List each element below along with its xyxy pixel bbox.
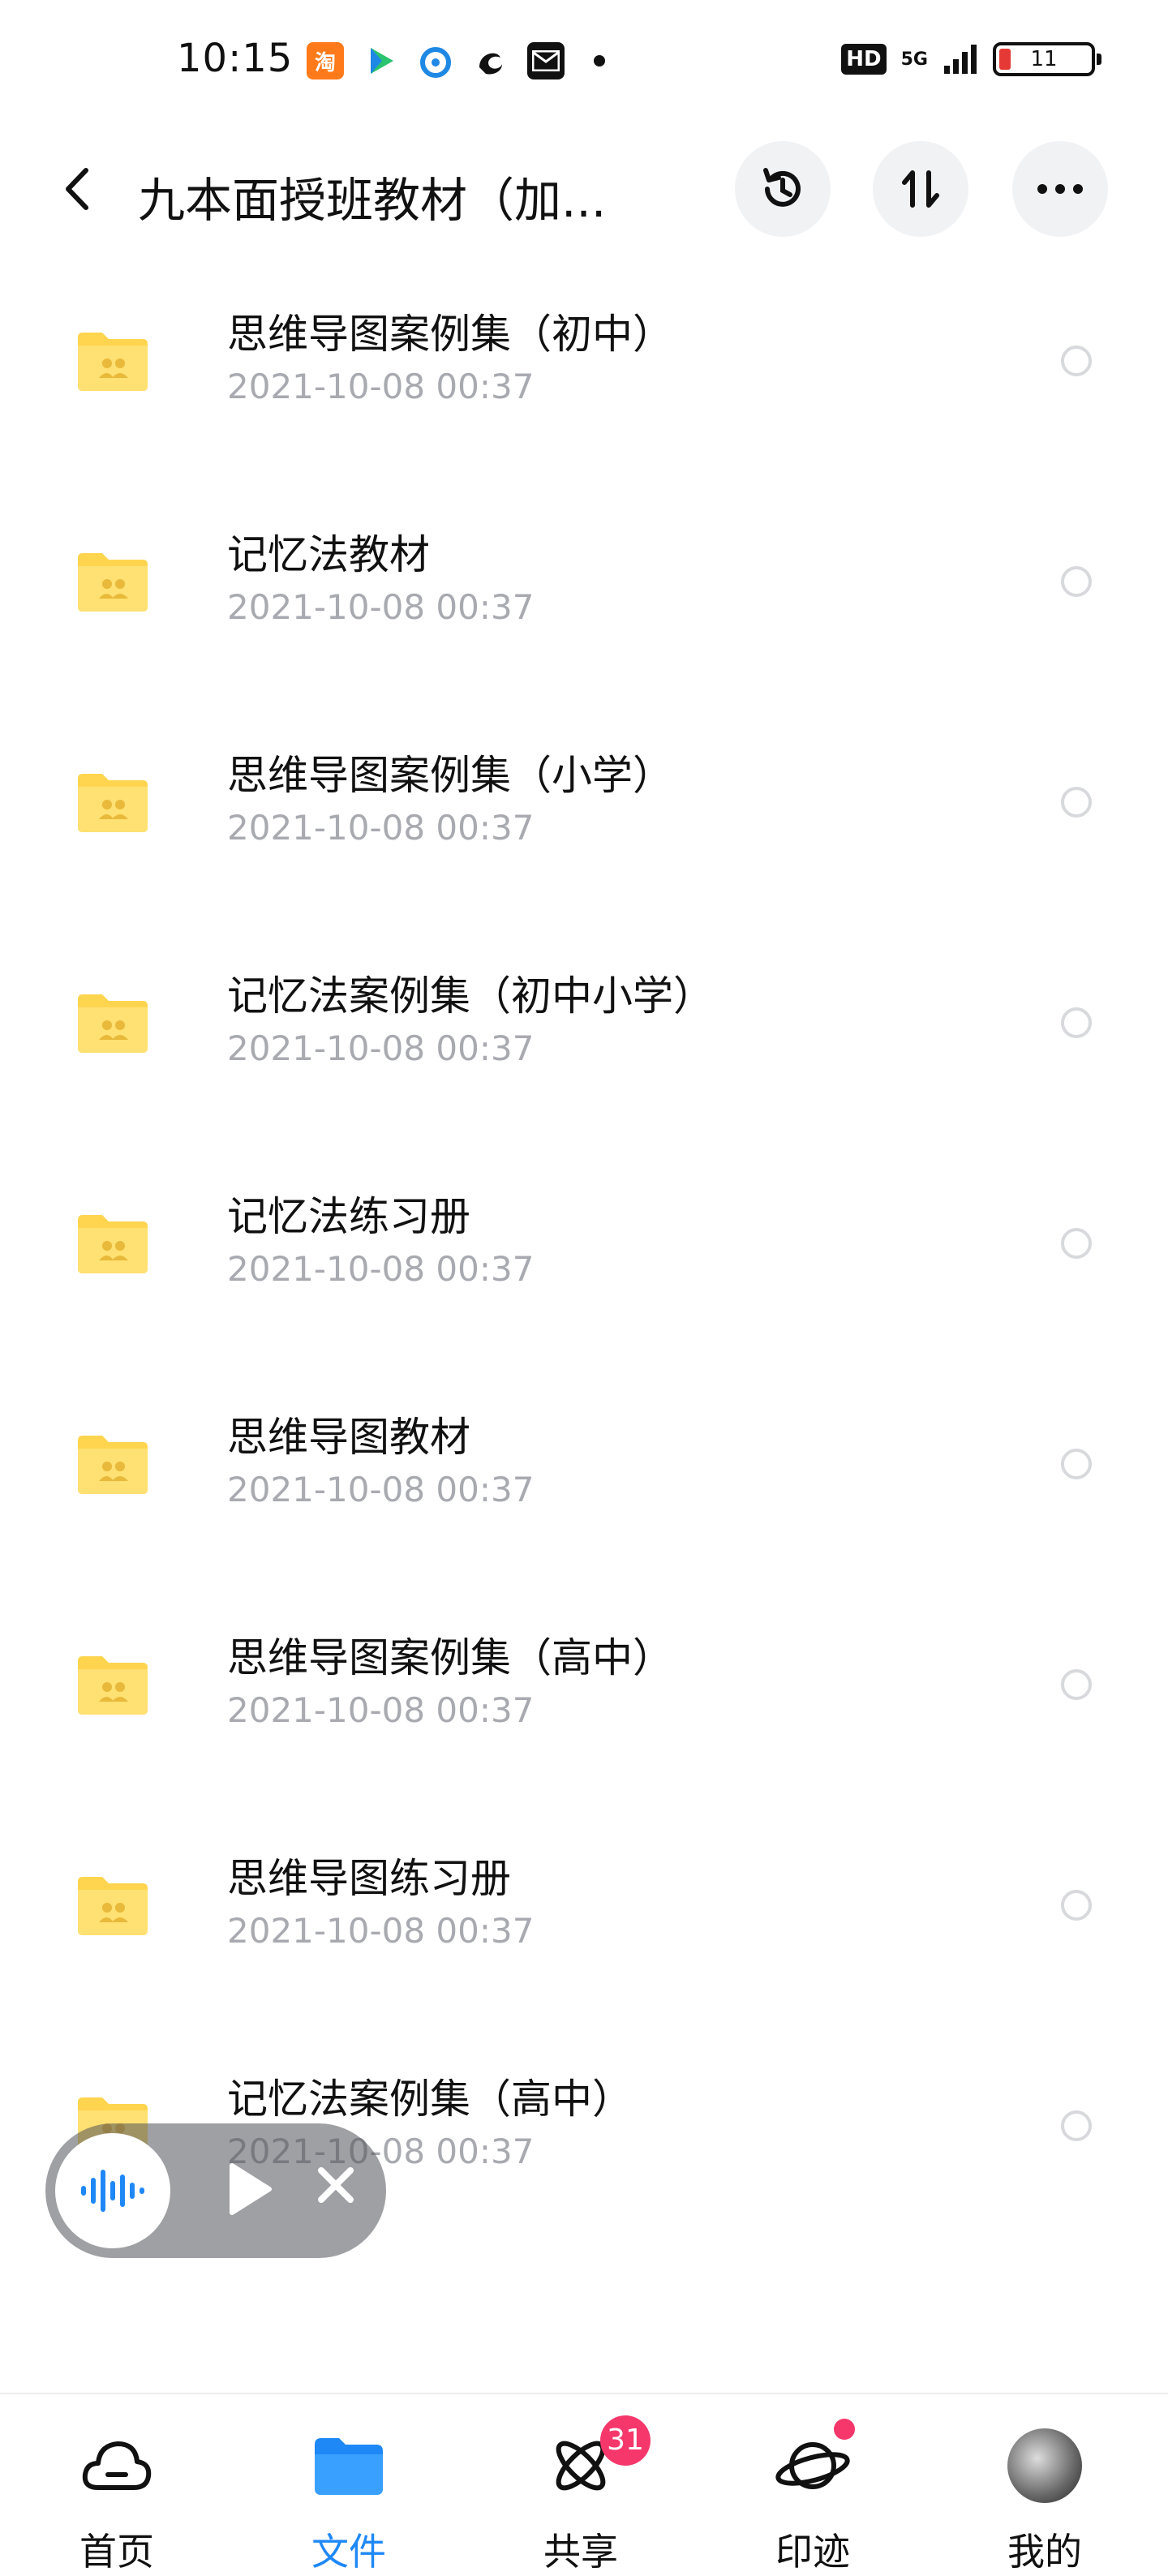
battery-level: 11 — [1030, 47, 1058, 71]
file-name: 记忆法教材 — [227, 531, 430, 578]
top-bar: 九本面授班教材（加... — [0, 138, 1168, 243]
select-radio[interactable] — [1061, 1890, 1092, 1921]
tab-files[interactable]: 文件 — [268, 2394, 430, 2574]
mail-icon — [527, 42, 565, 79]
file-date: 2021-10-08 00:37 — [227, 808, 535, 848]
file-date: 2021-10-08 00:37 — [227, 1911, 535, 1951]
list-item[interactable]: 记忆法案例集（初中小学） 2021-10-08 00:37 — [0, 930, 1168, 1150]
notification-dot-icon — [594, 55, 605, 67]
select-radio[interactable] — [1061, 346, 1092, 376]
share-badge: 31 — [600, 2415, 651, 2466]
chevron-left-icon — [66, 168, 88, 210]
notification-dot-icon — [834, 2419, 855, 2440]
file-name: 思维导图练习册 — [227, 1855, 511, 1902]
list-item[interactable]: 思维导图案例集（小学） 2021-10-08 00:37 — [0, 709, 1168, 930]
shared-folder-icon — [78, 1215, 148, 1273]
audio-player[interactable] — [45, 2123, 386, 2258]
hd-badge: HD — [841, 44, 887, 75]
avatar — [1006, 2427, 1084, 2505]
network-label: 5G — [900, 49, 928, 70]
more-icon — [1037, 184, 1083, 194]
shared-folder-icon — [78, 553, 148, 612]
history-icon — [763, 168, 801, 207]
list-item[interactable]: 思维导图练习册 2021-10-08 00:37 — [0, 1812, 1168, 2033]
taobao-icon: 淘 — [307, 42, 344, 79]
select-radio[interactable] — [1061, 1228, 1092, 1259]
back-button[interactable] — [50, 161, 107, 217]
play-icon[interactable] — [225, 2161, 274, 2218]
shared-folder-icon — [78, 1877, 148, 1935]
select-radio[interactable] — [1061, 787, 1092, 818]
sort-button[interactable] — [873, 141, 968, 237]
list-item[interactable]: 思维导图案例集（高中） 2021-10-08 00:37 — [0, 1591, 1168, 1812]
tab-label: 我的 — [1007, 2530, 1082, 2574]
status-app-icons: 淘 — [307, 42, 605, 79]
select-radio[interactable] — [1061, 1449, 1092, 1479]
tab-label: 首页 — [79, 2530, 154, 2574]
browser-icon — [417, 42, 454, 79]
list-item[interactable]: 思维导图教材 2021-10-08 00:37 — [0, 1371, 1168, 1591]
status-bar: 10:15 淘 HD 5G 11 — [0, 0, 1168, 130]
file-date: 2021-10-08 00:37 — [227, 1249, 535, 1289]
tab-label: 共享 — [543, 2530, 618, 2574]
tab-label: 文件 — [311, 2530, 386, 2574]
bottom-nav: 首页 文件 31 共享 印迹 我的 — [0, 2393, 1168, 2574]
select-radio[interactable] — [1061, 2110, 1092, 2141]
file-name: 思维导图教材 — [227, 1414, 470, 1461]
folder-icon — [310, 2427, 388, 2505]
sound-wave-icon — [81, 2170, 144, 2212]
list-item[interactable]: 思维导图案例集（初中） 2021-10-08 00:37 — [0, 268, 1168, 488]
tab-label: 印迹 — [775, 2530, 850, 2574]
file-name: 思维导图案例集（小学） — [227, 752, 673, 799]
list-item[interactable]: 记忆法教材 2021-10-08 00:37 — [0, 488, 1168, 709]
file-name: 思维导图案例集（初中） — [227, 311, 673, 358]
file-date: 2021-10-08 00:37 — [227, 1690, 535, 1730]
file-name: 记忆法案例集（初中小学） — [227, 972, 714, 1020]
shared-folder-icon — [78, 333, 148, 391]
shared-folder-icon — [78, 994, 148, 1053]
file-name: 思维导图案例集（高中） — [227, 1634, 673, 1681]
file-name: 记忆法案例集（高中） — [227, 2076, 633, 2123]
file-date: 2021-10-08 00:37 — [227, 587, 535, 627]
tab-footprint[interactable]: 印迹 — [732, 2394, 894, 2574]
shared-folder-icon — [78, 774, 148, 832]
battery-icon: 11 — [993, 42, 1101, 76]
close-icon[interactable] — [313, 2162, 359, 2208]
more-button[interactable] — [1012, 141, 1108, 237]
video-icon — [362, 42, 399, 79]
signal-icon — [944, 45, 977, 74]
sort-icon — [902, 170, 939, 208]
tab-mine[interactable]: 我的 — [964, 2394, 1126, 2574]
uc-icon — [472, 42, 509, 79]
tab-share[interactable]: 31 共享 — [500, 2394, 662, 2574]
audio-wave-button[interactable] — [55, 2133, 170, 2248]
select-radio[interactable] — [1061, 1007, 1092, 1038]
file-date: 2021-10-08 00:37 — [227, 367, 535, 406]
select-radio[interactable] — [1061, 566, 1092, 597]
shared-folder-icon — [78, 1436, 148, 1494]
status-time: 10:15 — [177, 36, 294, 81]
list-item[interactable]: 记忆法练习册 2021-10-08 00:37 — [0, 1150, 1168, 1371]
page-title: 九本面授班教材（加... — [138, 173, 607, 228]
history-button[interactable] — [735, 141, 831, 237]
file-date: 2021-10-08 00:37 — [227, 1470, 535, 1509]
cloud-icon — [78, 2427, 156, 2505]
shared-folder-icon — [78, 1656, 148, 1715]
file-name: 记忆法练习册 — [227, 1193, 470, 1240]
file-date: 2021-10-08 00:37 — [227, 1028, 535, 1068]
select-radio[interactable] — [1061, 1669, 1092, 1700]
status-right: HD 5G 11 — [841, 42, 1101, 76]
tab-home[interactable]: 首页 — [36, 2394, 198, 2574]
